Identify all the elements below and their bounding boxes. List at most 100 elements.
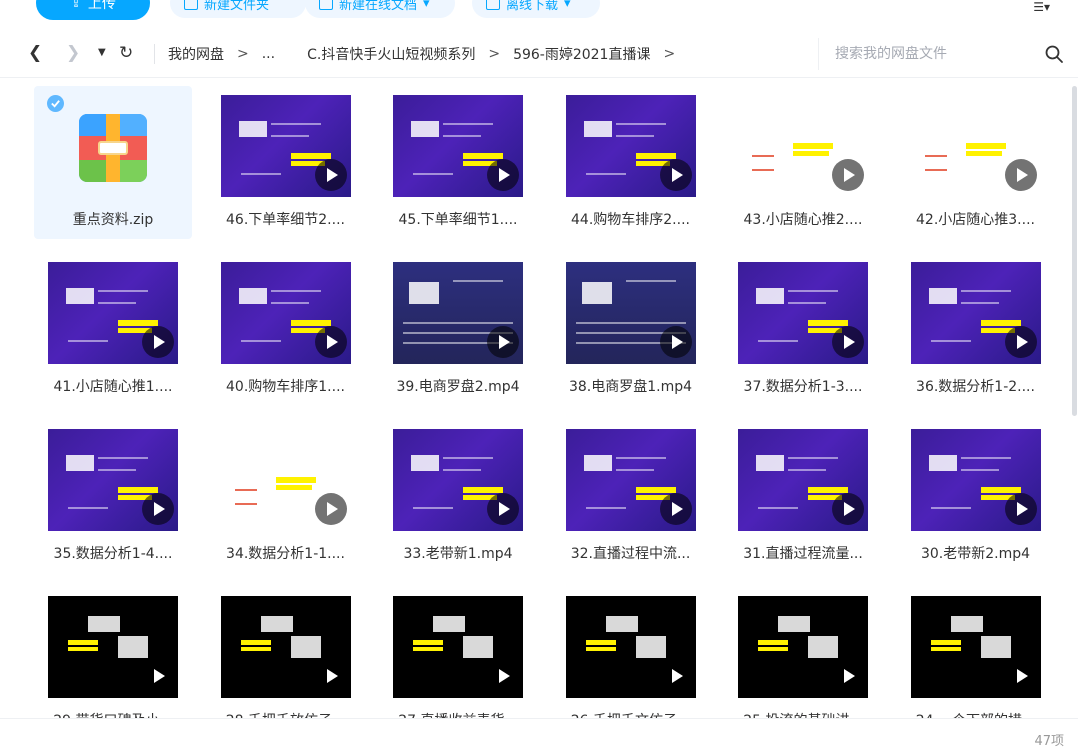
play-icon[interactable] xyxy=(142,493,174,525)
play-icon[interactable] xyxy=(487,326,519,358)
video-thumbnail xyxy=(393,596,523,698)
video-thumbnail xyxy=(48,429,178,531)
video-thumbnail xyxy=(220,429,351,531)
play-icon[interactable] xyxy=(1004,493,1037,525)
play-icon[interactable] xyxy=(487,660,519,692)
forward-icon[interactable]: ❯ xyxy=(66,43,80,63)
play-icon[interactable] xyxy=(314,159,347,191)
file-name: 37.数据分析1-3.... xyxy=(743,379,863,395)
play-icon[interactable] xyxy=(832,660,864,692)
file-tile-video[interactable]: 40.购物车排序1.... xyxy=(207,253,365,406)
file-name: 38.电商罗盘1.mp4 xyxy=(568,379,693,395)
file-tile-video[interactable]: 32.直播过程中流... xyxy=(552,420,710,573)
new-folder-icon xyxy=(184,0,198,10)
play-icon[interactable] xyxy=(314,493,347,525)
breadcrumb-item-current[interactable]: 596-雨婷2021直播课 xyxy=(513,44,650,64)
refresh-icon[interactable]: ↻ xyxy=(119,43,133,63)
new-folder-label: 新建文件夹 xyxy=(204,0,270,13)
play-icon[interactable] xyxy=(832,159,864,191)
file-tile-video[interactable]: 42.小店随心推3.... xyxy=(897,86,1055,239)
play-icon[interactable] xyxy=(142,326,174,358)
video-thumbnail xyxy=(393,429,523,531)
file-name: 41.小店随心推1.... xyxy=(53,379,173,395)
file-tile-video[interactable]: 36.数据分析1-2.... xyxy=(897,253,1055,406)
history-dropdown-icon[interactable]: ▼ xyxy=(98,47,106,58)
play-icon[interactable] xyxy=(314,326,347,358)
status-bar: 47项 xyxy=(0,718,1078,756)
play-icon[interactable] xyxy=(1004,326,1037,358)
file-name: 43.小店随心推2.... xyxy=(743,212,863,228)
play-icon[interactable] xyxy=(659,159,692,191)
divider xyxy=(154,44,155,64)
download-icon xyxy=(486,0,500,10)
video-thumbnail xyxy=(910,429,1041,531)
breadcrumb-item-root[interactable]: 我的网盘 xyxy=(168,44,224,64)
video-thumbnail xyxy=(565,262,696,364)
play-icon[interactable] xyxy=(659,326,692,358)
play-icon[interactable] xyxy=(1004,660,1037,692)
play-icon[interactable] xyxy=(487,159,519,191)
play-icon[interactable] xyxy=(659,493,692,525)
file-name: 44.购物车排序2.... xyxy=(571,212,690,228)
file-name: 33.老带新1.mp4 xyxy=(403,546,513,562)
video-thumbnail xyxy=(910,262,1041,364)
video-thumbnail xyxy=(738,262,868,364)
breadcrumb-separator-icon: > xyxy=(237,46,249,62)
upload-button[interactable]: ⇪ 上传 xyxy=(36,0,150,20)
video-thumbnail xyxy=(565,596,696,698)
scrollbar[interactable] xyxy=(1072,86,1077,416)
file-tile-video[interactable]: 43.小店随心推2.... xyxy=(724,86,882,239)
zip-archive-icon xyxy=(79,114,147,182)
file-tile-video[interactable]: 41.小店随心推1.... xyxy=(34,253,192,406)
navigation-bar: ❮ ❯ ▼ ↻ 我的网盘 > ... C.抖音快手火山短视频系列 > 596-雨… xyxy=(0,30,1078,78)
video-thumbnail xyxy=(48,262,178,364)
new-folder-button[interactable]: 新建文件夹 xyxy=(170,0,306,18)
play-icon[interactable] xyxy=(1004,159,1037,191)
video-thumbnail xyxy=(565,429,696,531)
video-thumbnail xyxy=(738,596,868,698)
new-online-doc-button[interactable]: 新建在线文档 ▾ xyxy=(305,0,455,18)
item-count: 47项 xyxy=(1034,734,1064,749)
breadcrumb-item-folder[interactable]: C.抖音快手火山短视频系列 xyxy=(307,44,475,64)
offline-download-button[interactable]: 离线下载 ▾ xyxy=(472,0,600,18)
file-tile-video[interactable]: 35.数据分析1-4.... xyxy=(34,420,192,573)
play-icon[interactable] xyxy=(314,660,347,692)
file-manager-window: ⇪ 上传 新建文件夹 新建在线文档 ▾ 离线下载 ▾ ☰▾ ❮ ❯ ▼ ↻ 我的… xyxy=(0,0,1078,756)
search-icon[interactable] xyxy=(1044,44,1064,64)
video-thumbnail xyxy=(738,429,868,531)
file-tile-video[interactable]: 33.老带新1.mp4 xyxy=(379,420,537,573)
file-tile-video[interactable]: 38.电商罗盘1.mp4 xyxy=(552,253,710,406)
file-tile-video[interactable]: 37.数据分析1-3.... xyxy=(724,253,882,406)
file-tile-zip[interactable]: 重点资料.zip xyxy=(34,86,192,239)
play-icon[interactable] xyxy=(659,660,692,692)
breadcrumb-item-ellipsis[interactable]: ... xyxy=(262,46,275,62)
video-thumbnail xyxy=(738,95,868,197)
file-name: 35.数据分析1-4.... xyxy=(53,546,173,562)
upload-label: 上传 xyxy=(87,0,116,12)
video-thumbnail xyxy=(910,95,1041,197)
breadcrumb: 我的网盘 > ... C.抖音快手火山短视频系列 > 596-雨婷2021直播课… xyxy=(168,44,688,64)
file-tile-video[interactable]: 46.下单率细节2.... xyxy=(207,86,365,239)
file-tile-video[interactable]: 44.购物车排序2.... xyxy=(552,86,710,239)
file-tile-video[interactable]: 30.老带新2.mp4 xyxy=(897,420,1055,573)
video-thumbnail xyxy=(910,596,1041,698)
video-thumbnail xyxy=(565,95,696,197)
offline-download-label: 离线下载 xyxy=(506,0,559,13)
file-name: 重点资料.zip xyxy=(72,212,154,228)
toolbar: ⇪ 上传 新建文件夹 新建在线文档 ▾ 离线下载 ▾ ☰▾ xyxy=(0,0,1078,28)
search-input[interactable] xyxy=(835,43,1035,65)
file-tile-video[interactable]: 45.下单率细节1.... xyxy=(379,86,537,239)
file-tile-video[interactable]: 31.直播过程流量... xyxy=(724,420,882,573)
play-icon[interactable] xyxy=(142,660,174,692)
view-mode-icon[interactable]: ☰▾ xyxy=(1033,0,1050,14)
selected-check-icon[interactable] xyxy=(47,95,64,112)
chevron-down-icon: ▾ xyxy=(423,0,430,11)
play-icon[interactable] xyxy=(832,493,864,525)
back-icon[interactable]: ❮ xyxy=(28,43,42,63)
file-tile-video[interactable]: 34.数据分析1-1.... xyxy=(207,420,365,573)
file-tile-video[interactable]: 39.电商罗盘2.mp4 xyxy=(379,253,537,406)
chevron-down-icon: ▾ xyxy=(564,0,571,11)
play-icon[interactable] xyxy=(832,326,864,358)
play-icon[interactable] xyxy=(487,493,519,525)
file-name: 45.下单率细节1.... xyxy=(398,212,518,228)
